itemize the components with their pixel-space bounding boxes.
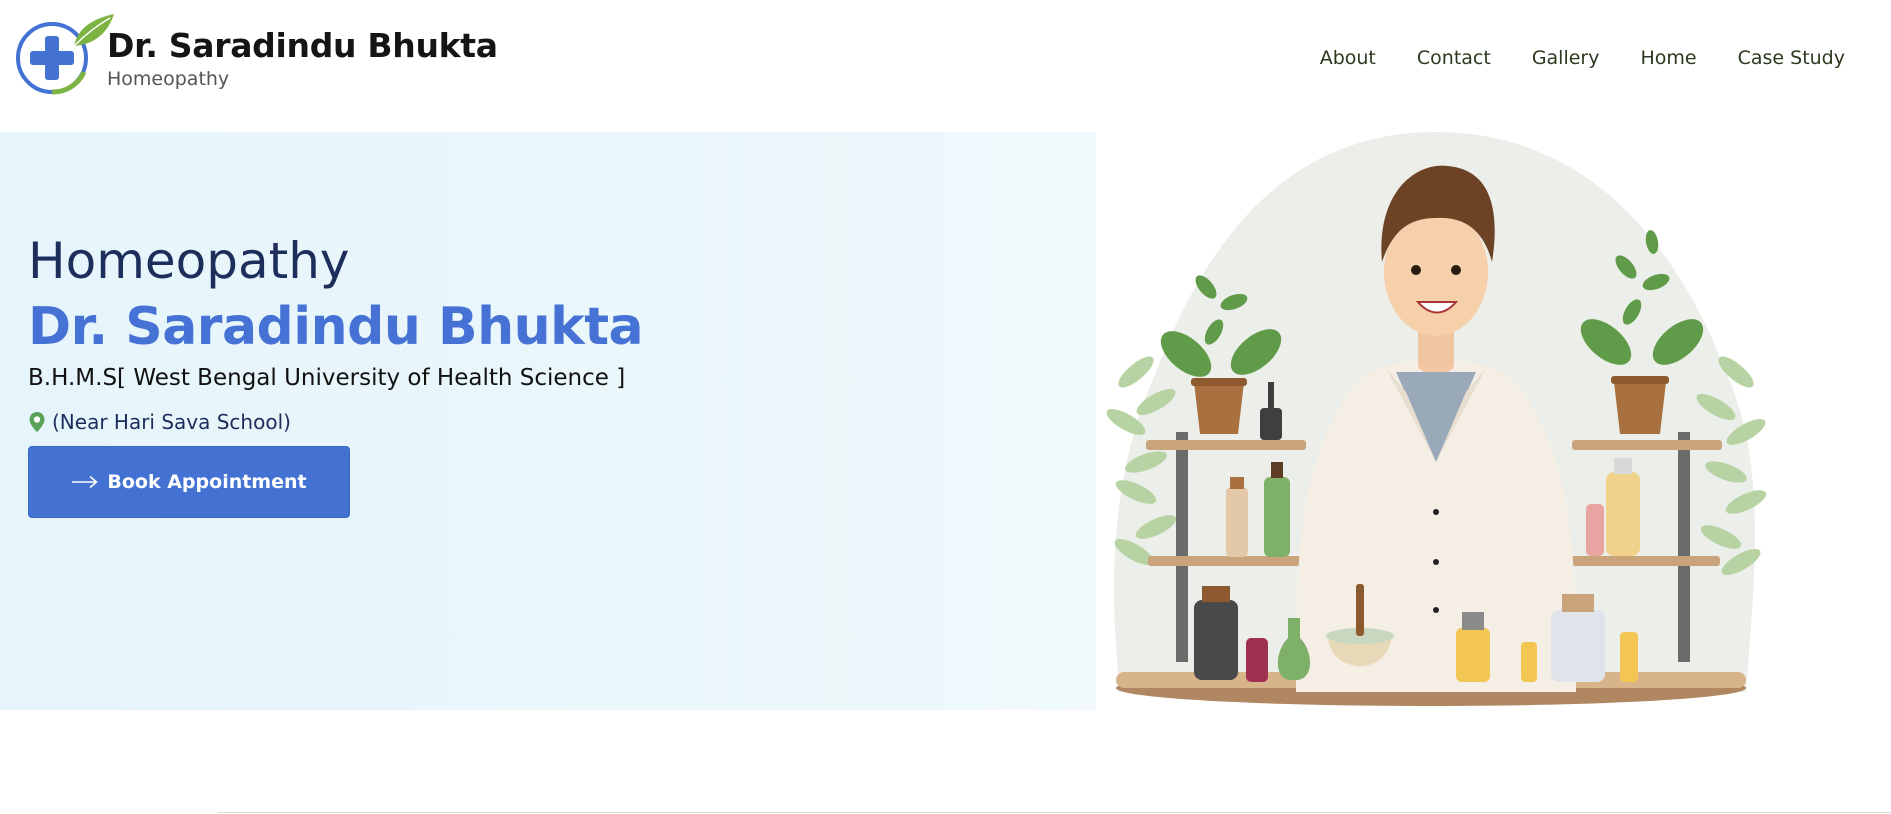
nav-about[interactable]: About bbox=[1320, 47, 1376, 69]
hero-title: Homeopathy bbox=[28, 232, 350, 290]
brand-subtitle: Homeopathy bbox=[107, 68, 230, 90]
brand-name[interactable]: Dr. Saradindu Bhukta bbox=[107, 26, 498, 65]
medical-cross-leaf-icon[interactable] bbox=[12, 12, 116, 96]
nav-home[interactable]: Home bbox=[1640, 47, 1696, 69]
section-divider bbox=[218, 812, 1891, 813]
nav-gallery[interactable]: Gallery bbox=[1532, 47, 1600, 69]
doctor-illustration bbox=[1106, 132, 1767, 706]
hero-doctor-name: Dr. Saradindu Bhukta bbox=[28, 297, 644, 357]
arrow-right-icon bbox=[72, 475, 99, 489]
book-appointment-label: Book Appointment bbox=[107, 471, 307, 493]
map-pin-icon bbox=[29, 412, 45, 432]
hero-location: (Near Hari Sava School) bbox=[28, 410, 291, 434]
hero-section: Homeopathy Dr. Saradindu Bhukta B.H.M.S[… bbox=[0, 132, 1891, 710]
main-nav: About Contact Gallery Home Case Study bbox=[1279, 47, 1845, 69]
hero-location-text: (Near Hari Sava School) bbox=[52, 410, 291, 434]
nav-case-study[interactable]: Case Study bbox=[1738, 47, 1845, 69]
site-header: Dr. Saradindu Bhukta Homeopathy About Co… bbox=[0, 0, 1891, 132]
hero-degree: B.H.M.S[ West Bengal University of Healt… bbox=[28, 365, 626, 391]
book-appointment-button[interactable]: Book Appointment bbox=[28, 446, 350, 518]
nav-contact[interactable]: Contact bbox=[1417, 47, 1491, 69]
